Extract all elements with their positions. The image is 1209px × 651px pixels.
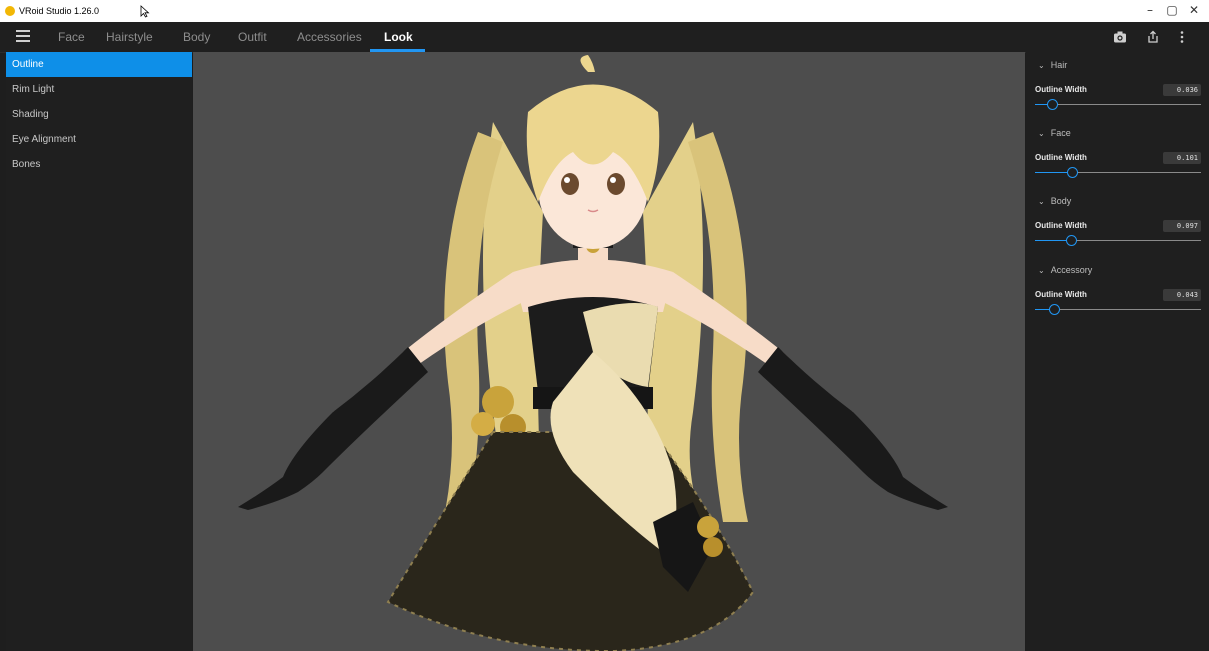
section-hair-header[interactable]: ⌄ Hair xyxy=(1038,60,1067,70)
mouse-cursor-icon xyxy=(140,5,150,18)
minimize-button[interactable]: – xyxy=(1140,3,1160,17)
chevron-down-icon: ⌄ xyxy=(1038,197,1045,206)
accessory-outline-width-value[interactable]: 0.043 xyxy=(1163,289,1201,301)
face-outline-width-value[interactable]: 0.101 xyxy=(1163,152,1201,164)
sidebar-item-shading[interactable]: Shading xyxy=(6,102,192,127)
tab-look[interactable]: Look xyxy=(384,30,413,44)
tab-accessories[interactable]: Accessories xyxy=(297,30,362,44)
more-vertical-icon[interactable] xyxy=(1174,29,1190,45)
outline-parameters-panel: ⌄ Hair Outline Width 0.036 ⌄ Face Outline … xyxy=(1026,52,1209,651)
sidebar-item-bones[interactable]: Bones xyxy=(6,152,192,177)
camera-icon[interactable] xyxy=(1112,29,1128,45)
tab-outfit[interactable]: Outfit xyxy=(238,30,267,44)
window-title: VRoid Studio 1.26.0 xyxy=(19,6,100,16)
body-outline-width-value[interactable]: 0.097 xyxy=(1163,220,1201,232)
section-face-header[interactable]: ⌄ Face xyxy=(1038,128,1071,138)
tab-face[interactable]: Face xyxy=(58,30,85,44)
chevron-down-icon: ⌄ xyxy=(1038,266,1045,275)
hamburger-menu-icon[interactable] xyxy=(16,30,30,42)
chevron-down-icon: ⌄ xyxy=(1038,129,1045,138)
param-label: Outline Width xyxy=(1035,221,1087,230)
section-title: Face xyxy=(1050,128,1071,138)
face-outline-width-slider[interactable] xyxy=(1035,167,1201,179)
menu-bar: Face Hairstyle Body Outfit Accessories L… xyxy=(0,22,1209,53)
tab-body[interactable]: Body xyxy=(183,30,210,44)
section-title: Body xyxy=(1050,196,1072,206)
sidebar-item-outline[interactable]: Outline xyxy=(6,52,192,77)
character-model xyxy=(238,55,948,651)
body-outline-width-slider[interactable] xyxy=(1035,235,1201,247)
param-label: Outline Width xyxy=(1035,290,1087,299)
app-logo-icon xyxy=(5,6,15,16)
restore-button[interactable]: ▢ xyxy=(1162,3,1182,17)
section-title: Hair xyxy=(1050,60,1068,70)
tab-hairstyle[interactable]: Hairstyle xyxy=(106,30,153,44)
close-button[interactable]: ✕ xyxy=(1184,3,1204,17)
sidebar-item-eye-alignment[interactable]: Eye Alignment xyxy=(6,127,192,152)
hair-outline-width-value[interactable]: 0.036 xyxy=(1163,84,1201,96)
accessory-outline-width-slider[interactable] xyxy=(1035,304,1201,316)
export-icon[interactable] xyxy=(1145,29,1161,45)
section-body-header[interactable]: ⌄ Body xyxy=(1038,196,1071,206)
title-bar: VRoid Studio 1.26.0 – ▢ ✕ xyxy=(0,0,1209,22)
section-title: Accessory xyxy=(1050,265,1093,275)
chevron-down-icon: ⌄ xyxy=(1038,61,1045,70)
param-label: Outline Width xyxy=(1035,85,1087,94)
sidebar-item-rim-light[interactable]: Rim Light xyxy=(6,77,192,102)
param-label: Outline Width xyxy=(1035,153,1087,162)
section-accessory-header[interactable]: ⌄ Accessory xyxy=(1038,265,1092,275)
hair-outline-width-slider[interactable] xyxy=(1035,99,1201,111)
look-category-sidebar: Outline Rim Light Shading Eye Alignment … xyxy=(6,52,192,651)
3d-viewport[interactable] xyxy=(193,52,1025,651)
